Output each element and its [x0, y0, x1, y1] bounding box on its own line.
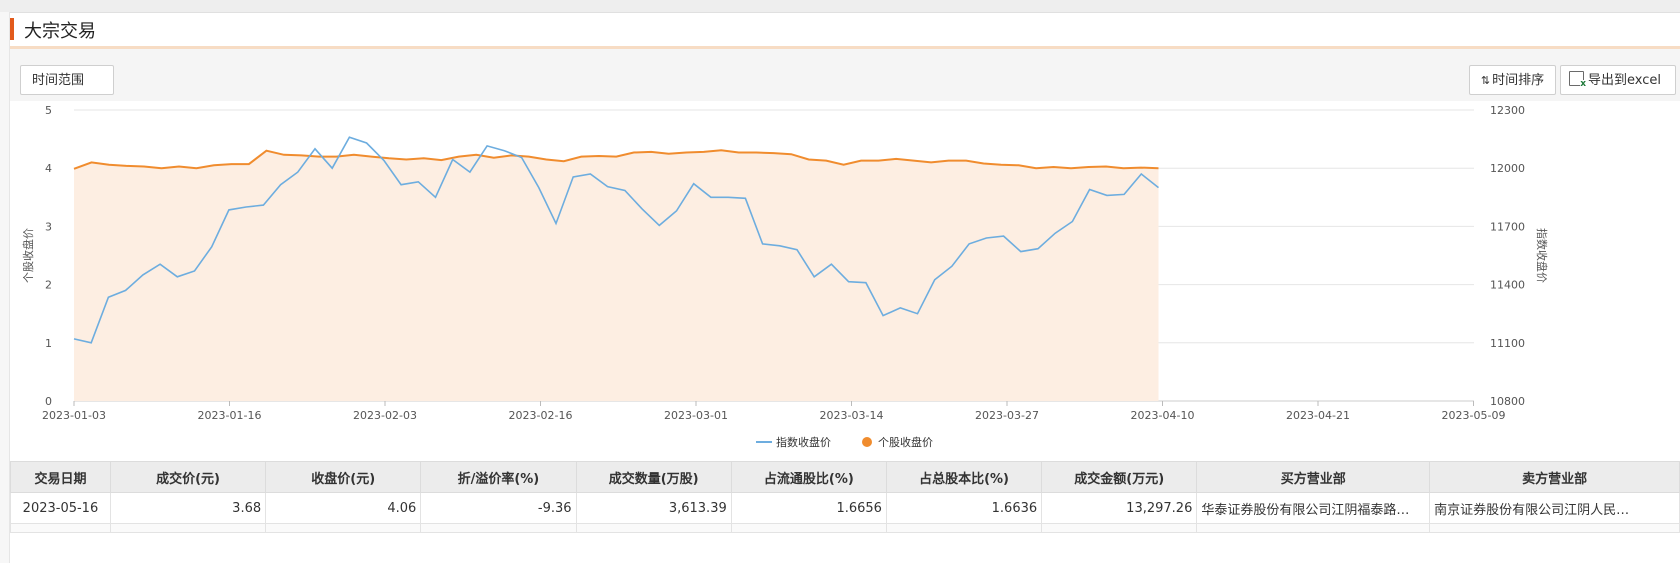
x-tick-label: 2023-03-14 [820, 409, 884, 422]
legend-stock-label: 个股收盘价 [878, 435, 933, 449]
panel-header: 大宗交易 [10, 13, 1680, 49]
time-sort-label: 时间排序 [1492, 73, 1545, 88]
col-header[interactable]: 成交价(元) [109, 461, 267, 493]
right-tick-label: 10800 [1490, 395, 1525, 408]
legend-index-label: 指数收盘价 [776, 435, 831, 449]
left-tick-label: 4 [45, 162, 52, 175]
time-range-label: 时间范围 [32, 73, 85, 88]
toolbar: 时间范围 ⇅时间排序 导出到excel [10, 49, 1680, 101]
right-tick-label: 11400 [1490, 279, 1525, 292]
col-header[interactable]: 买方营业部 [1196, 461, 1431, 493]
export-excel-button[interactable]: 导出到excel [1560, 65, 1676, 95]
cell-buyer[interactable]: 华泰证券股份有限公司江阴福泰路… [1196, 492, 1431, 524]
col-header[interactable]: 成交数量(万股) [575, 461, 732, 493]
col-header[interactable]: 占总股本比(%) [885, 461, 1043, 493]
right-tick-label: 11700 [1490, 220, 1525, 233]
export-excel-label: 导出到excel [1588, 73, 1661, 88]
excel-icon [1569, 71, 1586, 89]
col-header[interactable]: 占流通股比(%) [730, 461, 887, 493]
cell-close-price: 4.06 [265, 492, 422, 524]
x-tick-label: 2023-05-09 [1442, 409, 1506, 422]
page-title: 大宗交易 [24, 21, 96, 42]
table-header-row: 交易日期 成交价(元) 收盘价(元) 折/溢价率(%) 成交数量(万股) 占流通… [10, 461, 1680, 493]
cell-float-ratio: 1.6656 [730, 492, 887, 524]
left-tick-label: 0 [45, 395, 52, 408]
right-tick-label: 11100 [1490, 337, 1525, 350]
table-row[interactable]: 2023-05-16 3.68 4.06 -9.36 3,613.39 1.66… [10, 492, 1680, 524]
col-header[interactable]: 卖方营业部 [1429, 461, 1680, 493]
left-tick-label: 1 [45, 337, 52, 350]
cell-date: 2023-05-16 [10, 492, 111, 524]
x-tick-label: 2023-03-27 [975, 409, 1039, 422]
left-tick-label: 5 [45, 104, 52, 117]
col-header[interactable]: 交易日期 [10, 461, 111, 493]
x-tick-label: 2023-04-21 [1286, 409, 1350, 422]
cell-volume: 3,613.39 [575, 492, 732, 524]
price-chart: 0 1 2 3 4 5 10800 11100 11400 11700 12000 12300 个股收盘… [10, 101, 1680, 471]
accent-bar [10, 18, 14, 40]
x-tick-label: 2023-04-10 [1131, 409, 1195, 422]
x-tick-label: 2023-01-03 [42, 409, 106, 422]
left-strip [0, 12, 10, 563]
x-tick-label: 2023-01-16 [198, 409, 262, 422]
trade-table: 交易日期 成交价(元) 收盘价(元) 折/溢价率(%) 成交数量(万股) 占流通… [10, 461, 1680, 563]
col-header[interactable]: 成交金额(万元) [1041, 461, 1198, 493]
legend-stock-swatch [862, 437, 872, 447]
cell-amount: 13,297.26 [1041, 492, 1198, 524]
cell-seller[interactable]: 南京证券股份有限公司江阴人民… [1429, 492, 1680, 524]
x-tick-label: 2023-02-16 [509, 409, 573, 422]
right-tick-label: 12000 [1490, 162, 1525, 175]
left-tick-label: 2 [45, 279, 52, 292]
cell-total-ratio: 1.6636 [885, 492, 1043, 524]
time-sort-button[interactable]: ⇅ 时间排序 [1469, 65, 1556, 95]
left-tick-label: 3 [45, 220, 52, 233]
sort-arrows-icon: ⇅ [1480, 74, 1491, 87]
trade-table-grid: 交易日期 成交价(元) 收盘价(元) 折/溢价率(%) 成交数量(万股) 占流通… [10, 461, 1680, 533]
time-range-button[interactable]: 时间范围 [20, 65, 114, 95]
block-trade-panel: 大宗交易 时间范围 ⇅时间排序 导出到excel 0 1 2 3 4 5 10800 1110… [10, 13, 1680, 563]
x-tick-label: 2023-03-01 [664, 409, 728, 422]
right-axis-title: 指数收盘价 [1535, 228, 1549, 283]
table-row-partial [10, 523, 1680, 533]
cell-premium-rate: -9.36 [420, 492, 577, 524]
cell-trade-price: 3.68 [109, 492, 267, 524]
left-axis-title: 个股收盘价 [21, 228, 35, 283]
top-strip [0, 0, 1680, 13]
x-tick-label: 2023-02-03 [353, 409, 417, 422]
col-header[interactable]: 折/溢价率(%) [420, 461, 577, 493]
chart-svg: 0 1 2 3 4 5 10800 11100 11400 11700 12000 12300 个股收盘… [21, 104, 1549, 449]
right-tick-label: 12300 [1490, 104, 1525, 117]
col-header[interactable]: 收盘价(元) [265, 461, 422, 493]
